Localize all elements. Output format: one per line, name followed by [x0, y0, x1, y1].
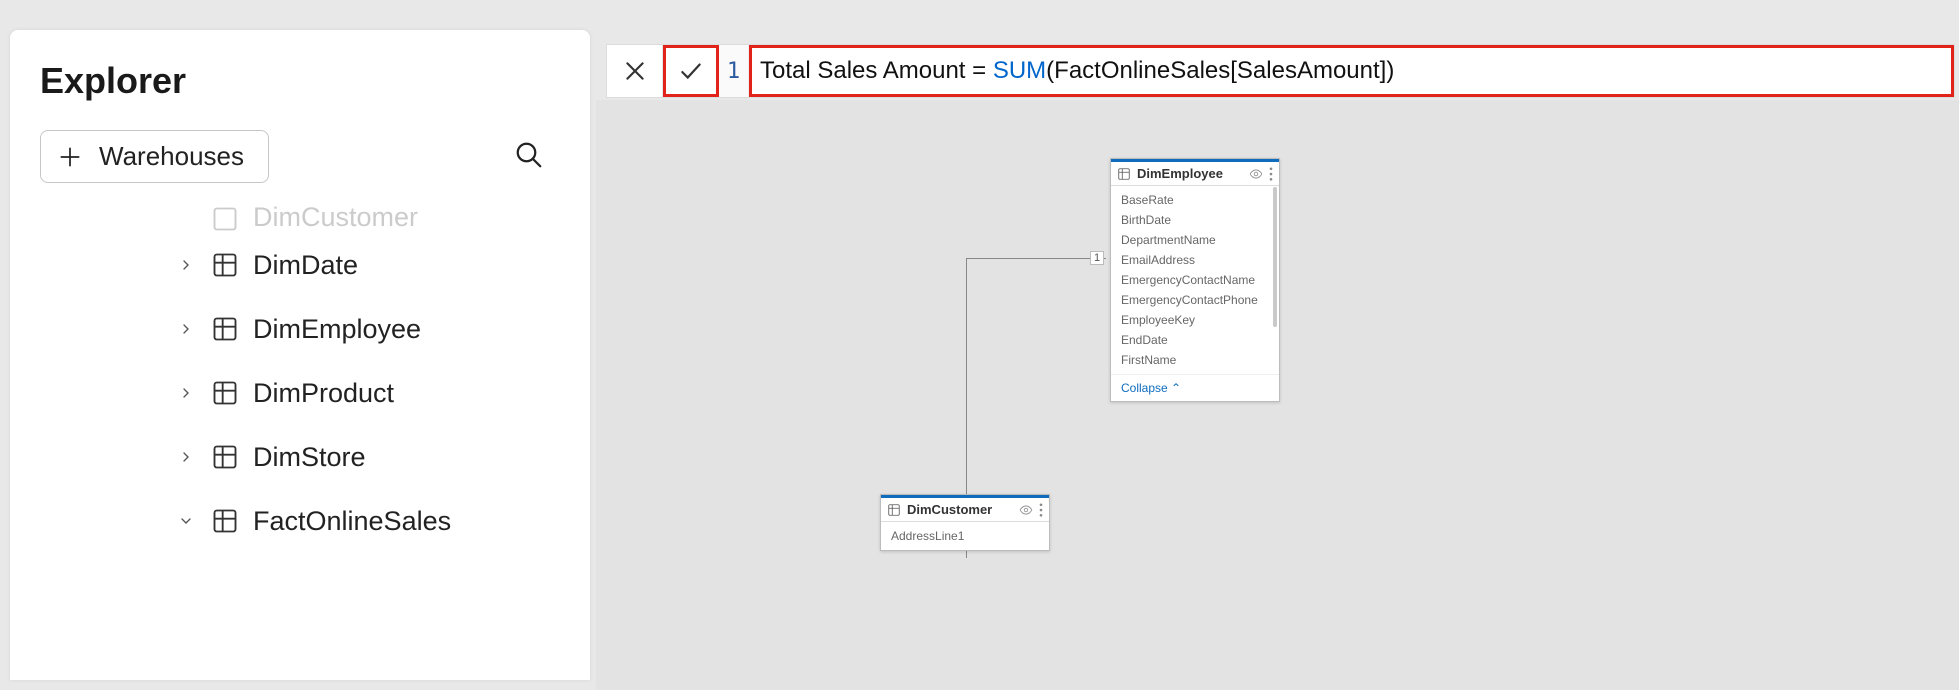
explorer-title: Explorer	[40, 60, 590, 102]
entity-fields: BaseRate BirthDate DepartmentName EmailA…	[1111, 186, 1279, 374]
table-icon	[211, 507, 239, 535]
tree-item-label: DimEmployee	[253, 314, 421, 345]
field-item[interactable]: AddressLine1	[891, 526, 1039, 546]
cancel-formula-button[interactable]	[607, 45, 663, 97]
field-item[interactable]: BirthDate	[1121, 210, 1269, 230]
formula-line-number: 1	[719, 45, 749, 97]
entity-name: DimCustomer	[907, 502, 992, 517]
formula-measure-name: Total Sales Amount	[760, 57, 965, 85]
entity-fields: AddressLine1	[881, 522, 1049, 550]
close-icon	[622, 58, 648, 84]
tree-item-dimstore[interactable]: DimStore	[175, 425, 590, 489]
explorer-panel: Explorer Warehouses DimCustomer DimDate …	[10, 30, 590, 680]
field-item[interactable]: EmployeeKey	[1121, 310, 1269, 330]
more-options-icon[interactable]	[1039, 503, 1043, 517]
search-button[interactable]	[508, 134, 550, 179]
chevron-right-icon	[175, 318, 197, 340]
collapse-toggle[interactable]: Collapse ⌃	[1111, 374, 1279, 401]
search-icon	[514, 140, 544, 170]
table-icon	[211, 251, 239, 279]
explorer-toolbar: Warehouses	[40, 130, 590, 183]
chevron-right-icon	[175, 446, 197, 468]
entity-dimcustomer[interactable]: DimCustomer AddressLine1	[880, 494, 1050, 551]
field-item[interactable]: BaseRate	[1121, 190, 1269, 210]
field-item[interactable]: EmergencyContactName	[1121, 270, 1269, 290]
entity-inner-scrollbar[interactable]	[1273, 187, 1277, 327]
warehouses-label: Warehouses	[99, 141, 244, 172]
chevron-down-icon	[175, 510, 197, 532]
tree-item-truncated[interactable]: DimCustomer	[175, 203, 590, 233]
table-entity-icon	[1117, 167, 1131, 181]
formula-bar: 1 Total Sales Amount = SUM(FactOnlineSal…	[606, 44, 1955, 98]
plus-icon	[57, 144, 83, 170]
tree-item-label: DimCustomer	[253, 203, 418, 233]
table-icon	[211, 315, 239, 343]
checkmark-icon	[678, 58, 704, 84]
formula-function: SUM	[993, 57, 1046, 85]
entity-dimemployee[interactable]: DimEmployee BaseRate BirthDate Departmen…	[1110, 158, 1280, 402]
entity-title-row: DimCustomer	[881, 498, 1049, 522]
field-item[interactable]: DepartmentName	[1121, 230, 1269, 250]
table-entity-icon	[887, 503, 901, 517]
chevron-right-icon	[175, 254, 197, 276]
entity-title-row: DimEmployee	[1111, 162, 1279, 186]
tree-item-dimdate[interactable]: DimDate	[175, 233, 590, 297]
chevron-up-icon: ⌃	[1171, 381, 1181, 395]
field-item[interactable]: EndDate	[1121, 330, 1269, 350]
formula-argument: FactOnlineSales[SalesAmount]	[1054, 57, 1386, 85]
field-item[interactable]: EmailAddress	[1121, 250, 1269, 270]
explorer-tree: DimCustomer DimDate DimEmployee DimProdu…	[40, 203, 590, 553]
tree-item-dimproduct[interactable]: DimProduct	[175, 361, 590, 425]
table-icon	[211, 379, 239, 407]
tree-item-label: DimProduct	[253, 378, 394, 409]
formula-input[interactable]: Total Sales Amount = SUM(FactOnlineSales…	[749, 45, 1954, 97]
relationship-cardinality-label: 1	[1090, 251, 1104, 265]
tree-item-label: FactOnlineSales	[253, 506, 451, 537]
relationship-line	[966, 258, 1106, 259]
chevron-right-icon	[175, 382, 197, 404]
tree-item-label: DimStore	[253, 442, 366, 473]
tree-item-factonlinesales[interactable]: FactOnlineSales	[175, 489, 590, 553]
table-icon	[211, 205, 239, 233]
tree-item-label: DimDate	[253, 250, 358, 281]
visibility-icon[interactable]	[1249, 167, 1263, 181]
more-options-icon[interactable]	[1269, 167, 1273, 181]
add-warehouses-button[interactable]: Warehouses	[40, 130, 269, 183]
tree-item-dimemployee[interactable]: DimEmployee	[175, 297, 590, 361]
model-canvas[interactable]: 1 DimEmployee BaseRate BirthDate Departm…	[596, 100, 1959, 690]
field-item[interactable]: FirstName	[1121, 350, 1269, 370]
visibility-icon[interactable]	[1019, 503, 1033, 517]
table-icon	[211, 443, 239, 471]
field-item[interactable]: EmergencyContactPhone	[1121, 290, 1269, 310]
entity-name: DimEmployee	[1137, 166, 1223, 181]
accept-formula-button[interactable]	[663, 45, 719, 97]
